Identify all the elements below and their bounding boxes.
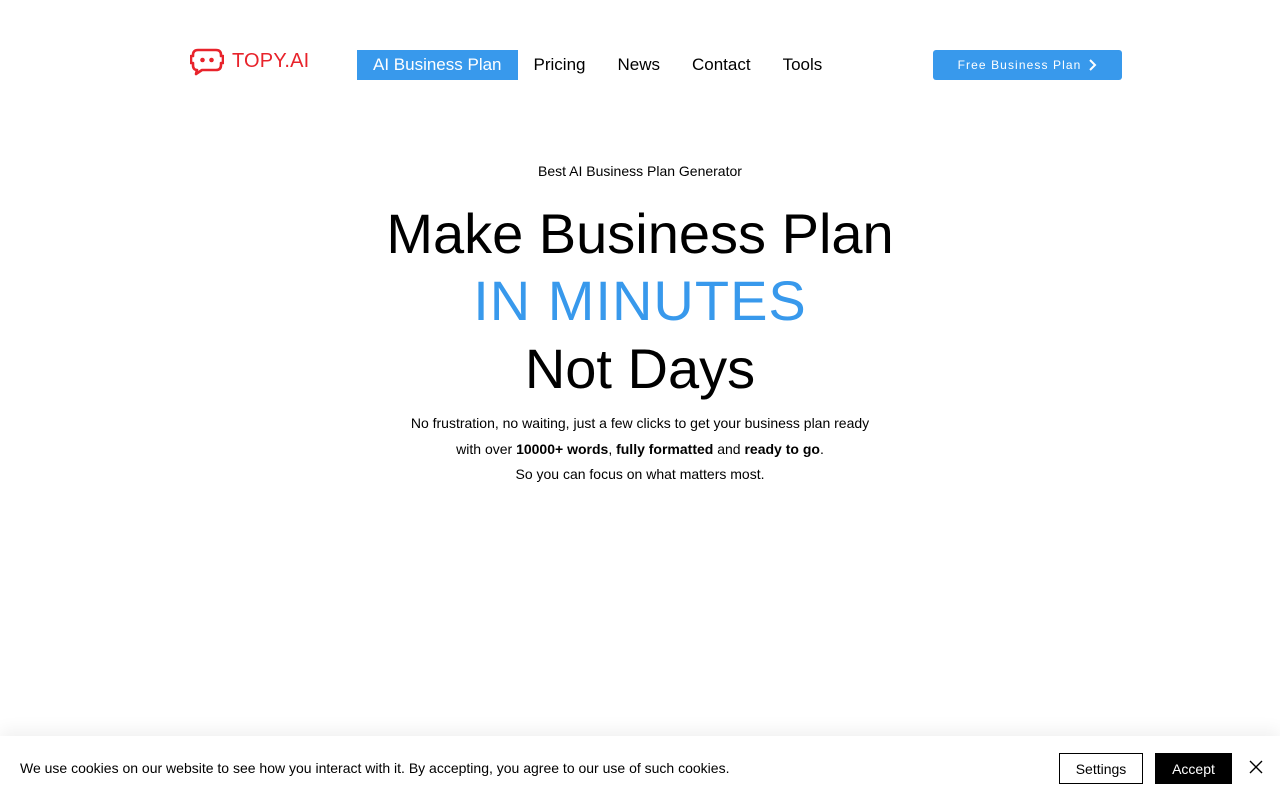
hero-title-line-2: IN MINUTES <box>473 269 807 332</box>
hero-title-line-1: Make Business Plan <box>386 202 894 265</box>
nav-item-ai-business-plan[interactable]: AI Business Plan <box>357 50 518 80</box>
nav-item-contact[interactable]: Contact <box>676 50 767 80</box>
cookie-close-button[interactable] <box>1248 759 1264 775</box>
logo-text: TOPY.AI <box>232 49 310 72</box>
close-icon <box>1249 760 1263 774</box>
free-business-plan-button[interactable]: Free Business Plan <box>933 50 1122 80</box>
main-nav: AI Business Plan Pricing News Contact To… <box>357 50 838 80</box>
cookie-settings-button[interactable]: Settings <box>1059 753 1143 784</box>
hero-title-line-3: Not Days <box>524 337 756 400</box>
hero-description: No frustration, no waiting, just a few c… <box>0 411 1280 488</box>
cta-label: Free Business Plan <box>957 58 1082 72</box>
nav-item-pricing[interactable]: Pricing <box>518 50 602 80</box>
robot-speech-bubble-icon <box>190 48 224 76</box>
hero-eyebrow: Best AI Business Plan Generator <box>538 163 742 179</box>
hero-desc-line-2: with over 10000+ words, fully formatted … <box>0 437 1280 463</box>
desc-text: , <box>608 440 617 457</box>
desc-formatted: fully formatted <box>616 440 714 457</box>
hero-desc-line-3: So you can focus on what matters most. <box>515 466 765 482</box>
cookie-text: We use cookies on our website to see how… <box>20 760 730 776</box>
desc-text: and <box>713 440 745 457</box>
cookie-accept-button[interactable]: Accept <box>1155 753 1232 784</box>
page: TOPY.AI AI Business Plan Pricing News Co… <box>0 0 1280 800</box>
nav-item-tools[interactable]: Tools <box>767 50 839 80</box>
desc-text: with over <box>456 440 517 457</box>
desc-text: . <box>819 440 824 457</box>
nav-item-news[interactable]: News <box>601 50 676 80</box>
desc-words: 10000+ words <box>516 440 609 457</box>
hero-desc-line-1: No frustration, no waiting, just a few c… <box>410 415 870 431</box>
desc-ready: ready to go <box>744 440 820 457</box>
chevron-right-icon <box>1089 59 1097 71</box>
logo[interactable]: TOPY.AI <box>190 46 309 76</box>
